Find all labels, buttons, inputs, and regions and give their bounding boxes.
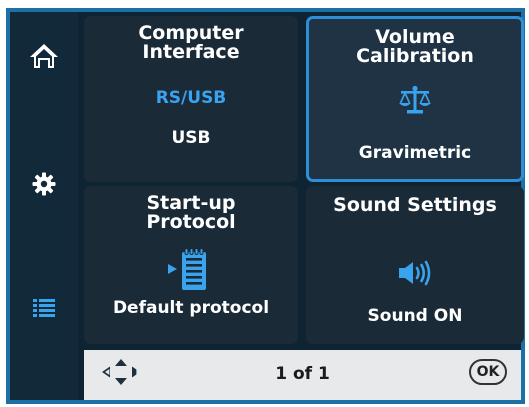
tile-title: Start-up Protocol [84,194,298,232]
speaker-icon [399,260,431,286]
protocol-notepad-icon [168,248,206,290]
tile-title: Computer Interface [84,24,298,62]
tile-title: Volume Calibration [309,28,521,66]
protocol-value: Default protocol [112,298,270,318]
gear-icon [32,172,56,196]
tile-title: Sound Settings [333,194,497,216]
page-indicator: 1 of 1 [275,364,330,384]
sound-settings-tile[interactable]: Sound Settings Sound ON [306,186,524,344]
home-icon [30,44,58,68]
interface-options: RS/USB [155,88,227,108]
bottom-bar: 1 of 1 OK [84,350,521,400]
ok-button[interactable]: OK [469,359,507,385]
screen: Computer Interface RS/USB USB Volume Cal… [10,12,524,400]
list-icon [33,299,55,317]
volume-calibration-tile[interactable]: Volume Calibration Gravimetric [306,16,524,182]
tile-title-line2: Calibration [356,45,474,67]
computer-interface-tile[interactable]: Computer Interface RS/USB USB [84,16,298,182]
startup-protocol-tile[interactable]: Start-up Protocol Default protocol [84,186,298,344]
tile-title-line2: Interface [142,41,240,63]
sidebar-item-home[interactable] [10,24,78,88]
sidebar [10,12,78,400]
tile-title-line2: Protocol [146,211,236,233]
sidebar-item-settings[interactable] [10,152,78,216]
scale-icon [399,85,431,114]
sidebar-item-menu[interactable] [10,276,78,340]
calibration-value: Gravimetric [358,143,472,163]
interface-value: USB [171,128,211,148]
sound-value: Sound ON [367,306,463,326]
device-frame: Computer Interface RS/USB USB Volume Cal… [6,8,525,404]
